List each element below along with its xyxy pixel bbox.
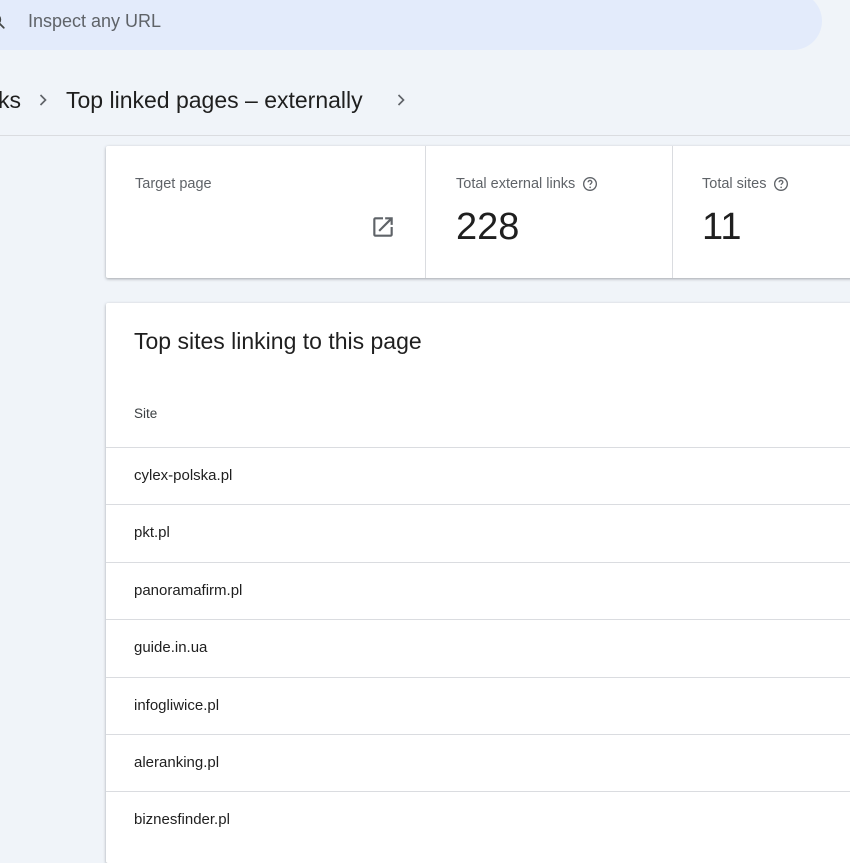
total-external-links-label: Total external links [456, 176, 575, 192]
site-cell: infogliwice.pl [134, 697, 219, 714]
metric-label: Total sites [702, 176, 789, 192]
site-cell: biznesfinder.pl [134, 811, 230, 828]
total-sites-value: 11 [702, 206, 741, 249]
search-input[interactable] [28, 6, 628, 36]
target-page-label: Target page [135, 176, 212, 192]
metric-total-external-links: Total external links 228 [426, 146, 673, 278]
column-header-site[interactable]: Site [134, 406, 157, 421]
breadcrumb-previous-link[interactable]: ks [0, 87, 21, 114]
table-row[interactable]: panoramafirm.pl [106, 562, 850, 619]
metrics-card: Target page Total external links 228 Tot… [106, 146, 850, 278]
table-row[interactable]: pkt.pl [106, 504, 850, 561]
help-icon[interactable] [773, 176, 789, 192]
site-cell: guide.in.ua [134, 639, 207, 656]
table-row[interactable]: guide.in.ua [106, 619, 850, 676]
metric-total-sites: Total sites 11 [673, 146, 850, 278]
chevron-right-icon[interactable] [391, 90, 411, 110]
chevron-right-icon [33, 90, 53, 110]
open-in-new-icon[interactable] [370, 214, 396, 240]
breadcrumb: ks Top linked pages – externally [0, 82, 850, 118]
total-sites-label: Total sites [702, 176, 766, 192]
table-row[interactable]: biznesfinder.pl [106, 791, 850, 848]
table-title: Top sites linking to this page [134, 328, 422, 355]
table-body: cylex-polska.pl pkt.pl panoramafirm.pl g… [106, 447, 850, 849]
table-row[interactable]: aleranking.pl [106, 734, 850, 791]
search-bar[interactable] [0, 0, 822, 50]
header-divider [0, 135, 850, 136]
breadcrumb-current-page: Top linked pages – externally [66, 87, 363, 114]
metric-label: Total external links [456, 176, 598, 192]
total-external-links-value: 228 [456, 206, 519, 249]
site-cell: aleranking.pl [134, 754, 219, 771]
site-cell: panoramafirm.pl [134, 582, 242, 599]
table-row[interactable]: cylex-polska.pl [106, 447, 850, 504]
search-icon[interactable] [0, 12, 6, 30]
site-cell: cylex-polska.pl [134, 467, 232, 484]
site-cell: pkt.pl [134, 524, 170, 541]
table-row[interactable]: infogliwice.pl [106, 677, 850, 734]
metric-label: Target page [135, 176, 212, 192]
metric-target-page: Target page [106, 146, 426, 278]
top-sites-table-card: Top sites linking to this page Site cyle… [106, 303, 850, 863]
help-icon[interactable] [582, 176, 598, 192]
